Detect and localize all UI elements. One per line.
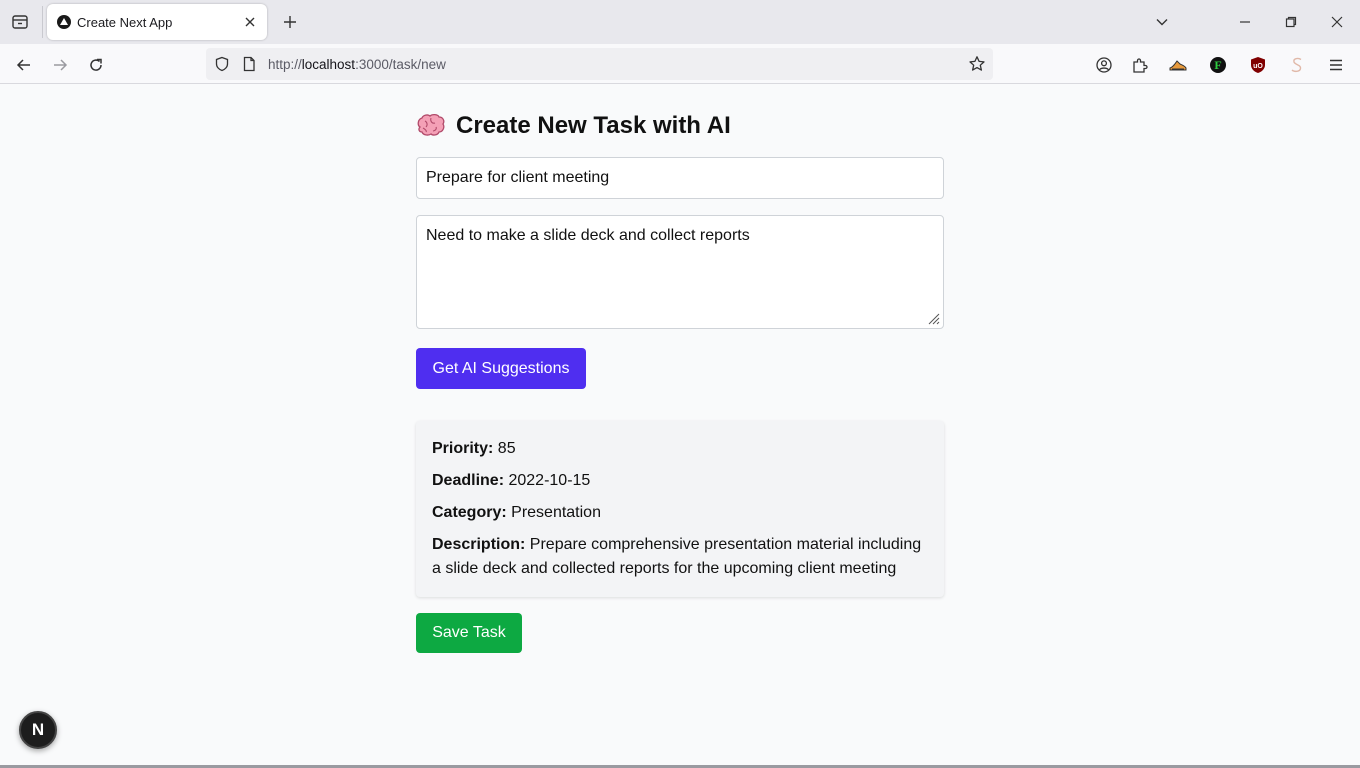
svg-text:uO: uO	[1253, 63, 1263, 70]
task-title-input[interactable]	[416, 157, 944, 199]
deadline-label: Deadline:	[432, 472, 505, 489]
url-bar[interactable]: http://localhost:3000/task/new	[206, 48, 993, 80]
reload-icon[interactable]	[83, 52, 109, 78]
tab-overview-icon[interactable]	[8, 10, 32, 34]
restore-window-icon[interactable]	[1277, 8, 1305, 36]
url-prefix: http://	[268, 57, 302, 72]
priority-row: Priority: 85	[432, 437, 928, 461]
task-description-textarea[interactable]: Need to make a slide deck and collect re…	[416, 215, 944, 329]
category-label: Category:	[432, 504, 507, 521]
back-arrow-icon[interactable]	[11, 52, 37, 78]
account-icon[interactable]	[1091, 52, 1117, 78]
priority-label: Priority:	[432, 440, 494, 457]
forward-arrow-icon[interactable]	[47, 52, 73, 78]
extensions-puzzle-icon[interactable]	[1127, 52, 1153, 78]
bookmark-star-icon[interactable]	[967, 54, 987, 74]
svg-text:F: F	[1214, 58, 1221, 72]
page-title-text: Create New Task with AI	[456, 112, 731, 139]
category-value: Presentation	[511, 504, 601, 521]
priority-value: 85	[497, 440, 516, 457]
extension-f-icon[interactable]: F	[1205, 52, 1231, 78]
menu-hamburger-icon[interactable]	[1323, 52, 1349, 78]
ublock-origin-icon[interactable]: uO	[1245, 52, 1271, 78]
deadline-value: 2022-10-15	[508, 472, 591, 489]
close-window-icon[interactable]	[1323, 8, 1351, 36]
save-task-button[interactable]: Save Task	[416, 613, 522, 653]
close-tab-icon[interactable]	[241, 13, 259, 31]
description-label: Description:	[432, 536, 526, 553]
tab-divider	[42, 6, 43, 38]
ai-suggestion-card: Priority: 85 Deadline: 2022-10-15 Catego…	[416, 421, 944, 597]
nextjs-dev-tools-button[interactable]: N	[19, 711, 57, 749]
navigation-toolbar: http://localhost:3000/task/new F uO	[0, 44, 1360, 84]
url-host: localhost	[301, 57, 356, 72]
extension-sneaker-icon[interactable]	[1165, 52, 1191, 78]
textarea-resize-handle-icon[interactable]	[926, 311, 941, 326]
deadline-row: Deadline: 2022-10-15	[432, 469, 928, 493]
category-row: Category: Presentation	[432, 501, 928, 525]
tab-title: Create Next App	[77, 15, 173, 30]
new-tab-plus-icon[interactable]	[279, 11, 301, 33]
nextjs-logo-letter: N	[31, 720, 45, 739]
shield-icon[interactable]	[213, 55, 231, 73]
description-row: Description: Prepare comprehensive prese…	[432, 533, 928, 581]
chevron-down-icon[interactable]	[1150, 10, 1174, 34]
brain-emoji-icon	[416, 113, 446, 139]
url-text[interactable]: http://localhost:3000/task/new	[268, 57, 446, 72]
get-ai-suggestions-button[interactable]: Get AI Suggestions	[416, 348, 586, 389]
page-title: Create New Task with AI	[416, 111, 731, 141]
url-path: :3000/task/new	[355, 57, 446, 72]
tab-bar: Create Next App	[0, 0, 1360, 44]
page-info-icon[interactable]	[240, 55, 258, 73]
minimize-window-icon[interactable]	[1231, 8, 1259, 36]
browser-tab-active[interactable]: Create Next App	[47, 4, 267, 40]
nextjs-favicon-icon	[57, 15, 71, 29]
extension-s-icon[interactable]	[1284, 52, 1310, 78]
